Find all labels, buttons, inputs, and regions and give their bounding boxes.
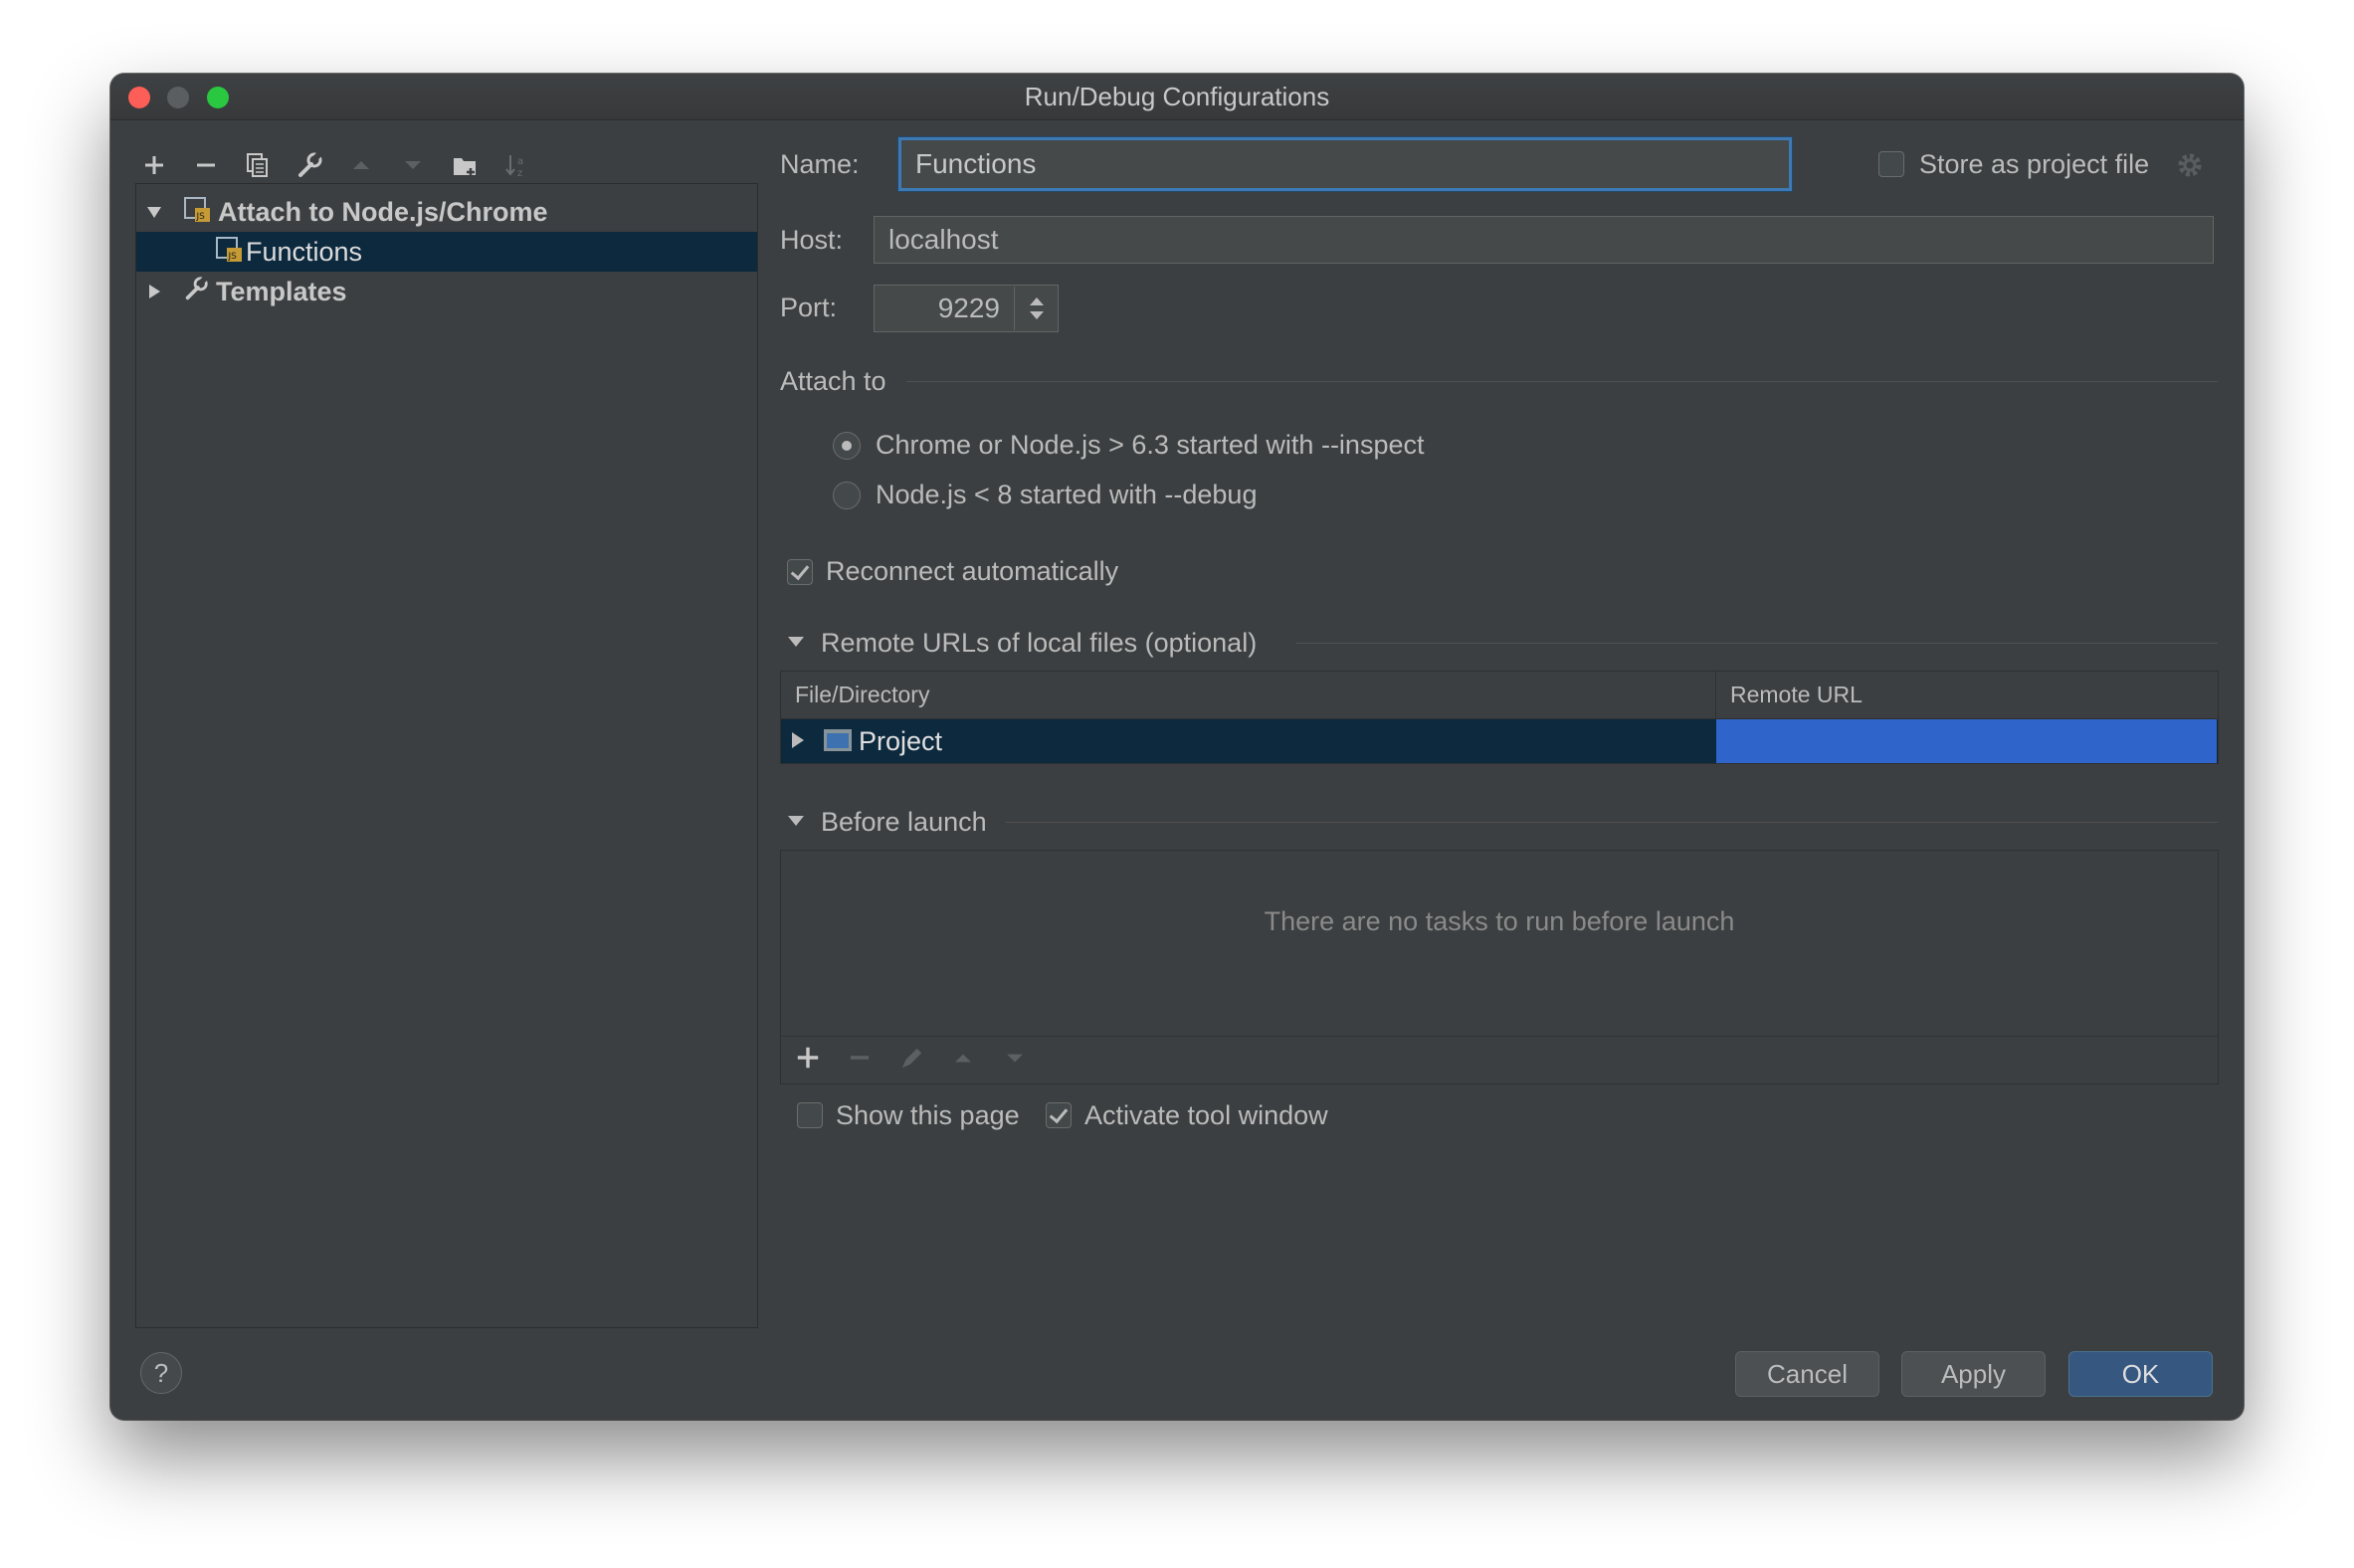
tree-label-functions: Functions <box>246 236 363 267</box>
store-project-checkbox[interactable] <box>1878 151 1904 177</box>
name-input[interactable]: Functions <box>898 137 1792 191</box>
sort-icon[interactable]: az <box>498 147 534 183</box>
node-config-icon: JS <box>182 194 212 231</box>
radio-inspect-label: Chrome or Node.js > 6.3 started with --i… <box>876 430 1425 460</box>
title-bar: Run/Debug Configurations <box>110 74 2244 120</box>
radio-debug[interactable] <box>833 482 861 509</box>
remote-url-cell[interactable] <box>1716 719 2217 763</box>
tree-item-functions[interactable]: JS Functions <box>136 232 757 272</box>
svg-text:JS: JS <box>228 252 238 262</box>
apply-button[interactable]: Apply <box>1901 1351 2046 1397</box>
edit-task-icon[interactable] <box>894 1041 928 1079</box>
remote-urls-table: File/Directory Remote URL Project <box>780 671 2219 764</box>
gear-icon[interactable] <box>2174 149 2206 186</box>
host-label: Host: <box>780 225 844 255</box>
activate-tool-window-label: Activate tool window <box>1084 1100 1328 1130</box>
new-folder-icon[interactable] <box>447 147 483 183</box>
name-label: Name: <box>780 149 860 179</box>
move-task-down-icon[interactable] <box>998 1041 1032 1079</box>
radio-inspect[interactable] <box>833 432 861 460</box>
move-up-icon[interactable] <box>343 147 379 183</box>
folder-icon <box>823 727 853 758</box>
wrench-icon <box>182 275 210 309</box>
before-launch-list: There are no tasks to run before launch <box>780 850 2219 1084</box>
column-header-url[interactable]: Remote URL <box>1716 672 2217 719</box>
before-launch-separator <box>1006 822 2218 823</box>
window-title: Run/Debug Configurations <box>1024 82 1330 111</box>
tree-label-group: Attach to Node.js/Chrome <box>218 196 548 227</box>
reconnect-label: Reconnect automatically <box>826 556 1119 586</box>
node-config-icon: JS <box>214 234 244 271</box>
add-icon[interactable] <box>136 147 172 183</box>
svg-text:JS: JS <box>196 212 206 222</box>
attach-to-heading: Attach to <box>780 366 886 396</box>
remove-icon[interactable] <box>188 147 224 183</box>
wrench-icon[interactable] <box>292 147 327 183</box>
port-stepper-icon[interactable] <box>1014 287 1059 330</box>
column-header-file[interactable]: File/Directory <box>781 672 1716 719</box>
activate-tool-window-checkbox[interactable] <box>1046 1102 1072 1128</box>
expanded-arrow-icon[interactable] <box>140 203 168 221</box>
store-project-label: Store as project file <box>1919 149 2150 179</box>
collapse-arrow-icon[interactable] <box>787 814 805 833</box>
remove-task-icon[interactable] <box>843 1041 877 1079</box>
move-task-up-icon[interactable] <box>946 1041 980 1079</box>
collapsed-arrow-icon[interactable] <box>140 283 168 300</box>
expand-arrow-icon[interactable] <box>789 730 807 755</box>
attach-separator <box>906 381 2218 382</box>
host-input[interactable]: localhost <box>874 216 2214 264</box>
before-launch-toolbar <box>781 1036 2218 1083</box>
config-toolbar: az <box>136 143 534 187</box>
remote-separator <box>1296 643 2218 644</box>
tree-item-attach-node[interactable]: JS Attach to Node.js/Chrome <box>136 192 757 232</box>
radio-debug-label: Node.js < 8 started with --debug <box>876 480 1258 509</box>
show-page-checkbox[interactable] <box>797 1102 823 1128</box>
collapse-arrow-icon[interactable] <box>787 635 805 654</box>
tree-label-templates: Templates <box>216 276 347 306</box>
remote-urls-heading: Remote URLs of local files (optional) <box>821 628 1258 658</box>
run-debug-dialog: Run/Debug Configurations az JS Attach to… <box>110 74 2244 1420</box>
ok-button[interactable]: OK <box>2068 1351 2213 1397</box>
add-task-icon[interactable] <box>791 1041 825 1079</box>
cancel-button[interactable]: Cancel <box>1735 1351 1879 1397</box>
reconnect-checkbox[interactable] <box>787 559 813 585</box>
move-down-icon[interactable] <box>395 147 431 183</box>
tree-item-templates[interactable]: Templates <box>136 272 757 311</box>
project-label: Project <box>859 726 943 756</box>
svg-text:z: z <box>517 168 522 179</box>
configurations-tree: JS Attach to Node.js/Chrome JS Functions… <box>135 183 758 1328</box>
help-button[interactable]: ? <box>140 1352 182 1394</box>
copy-icon[interactable] <box>240 147 276 183</box>
port-label: Port: <box>780 293 838 322</box>
before-launch-heading: Before launch <box>821 807 987 837</box>
svg-text:a: a <box>517 156 523 167</box>
empty-tasks-text: There are no tasks to run before launch <box>1264 906 1735 936</box>
show-page-label: Show this page <box>836 1100 1020 1130</box>
